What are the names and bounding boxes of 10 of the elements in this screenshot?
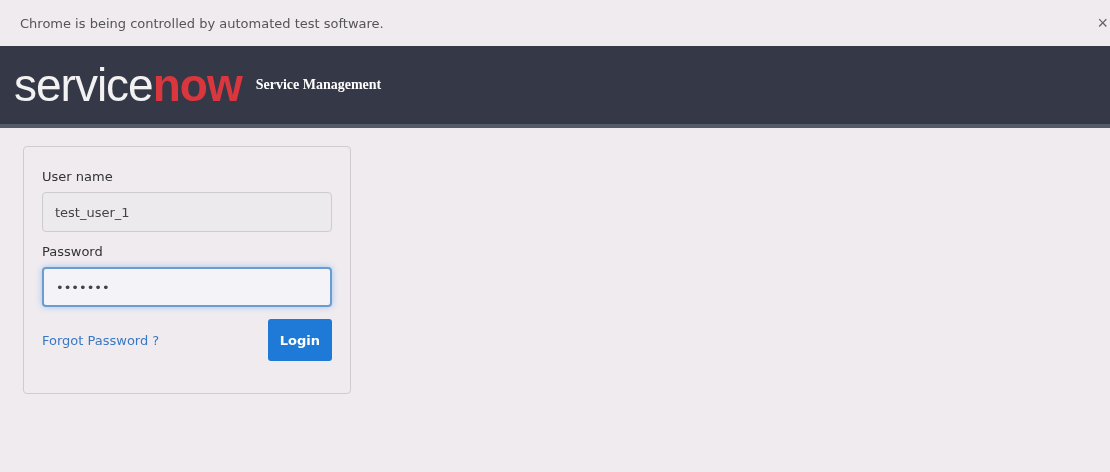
- field-label: Password: [42, 244, 104, 259]
- input-field[interactable]: •••••••: [42, 267, 332, 307]
- login-button[interactable]: Login: [267, 319, 332, 361]
- field-label: User name: [42, 169, 114, 184]
- infobar-message: Chrome is being controlled by automated test software.: [20, 15, 384, 31]
- app-subtitle: Service Management: [255, 77, 382, 93]
- logo: servicenow: [14, 62, 242, 108]
- forgot-password-link[interactable]: Forgot Password ?: [42, 332, 160, 348]
- close-button[interactable]: ×: [1097, 12, 1108, 34]
- input-field[interactable]: test_user_1: [42, 192, 332, 232]
